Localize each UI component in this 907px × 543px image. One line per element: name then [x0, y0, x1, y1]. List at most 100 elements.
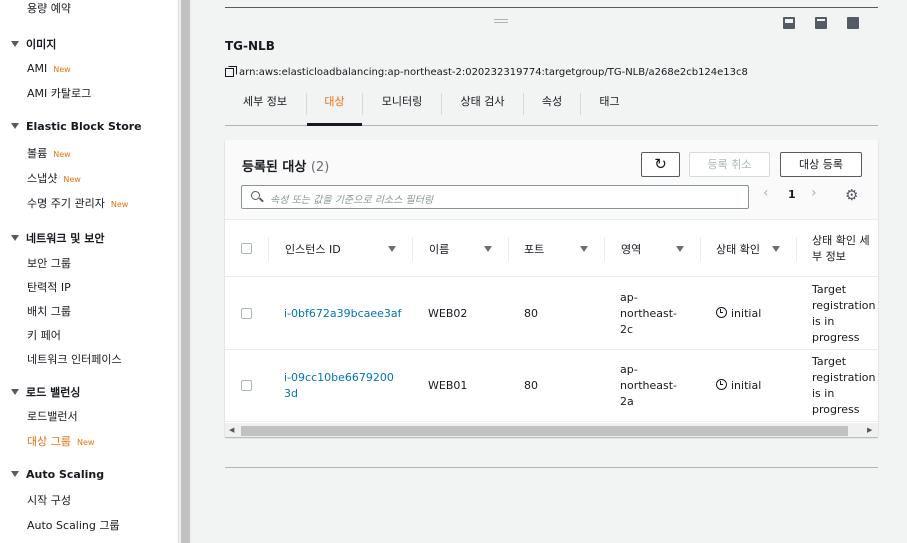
sidebar-item-launch-configurations[interactable]: 시작 구성 [27, 492, 71, 508]
column-divider [268, 237, 269, 261]
select-all-checkbox[interactable] [241, 243, 252, 254]
sidebar-section-auto-scaling[interactable]: Auto Scaling [11, 468, 104, 481]
filter-search-input[interactable]: 속성 또는 값을 기준으로 리소스 필터링 [241, 185, 749, 209]
sidebar-item-volumes[interactable]: 볼륨 New [27, 145, 71, 161]
panel-title-text: 등록된 대상 [242, 160, 307, 175]
deregister-button[interactable]: 등록 취소 [689, 152, 770, 177]
table-horizontal-scrollbar[interactable]: ◀ ▶ [225, 423, 878, 437]
sort-icon[interactable] [580, 246, 588, 252]
arn-text: arn:aws:elasticloadbalancing:ap-northeas… [239, 67, 748, 78]
new-badge: New [53, 150, 71, 159]
tab-attributes[interactable]: 속성 [524, 88, 580, 125]
col-health-status[interactable]: 상태 확인 [716, 221, 760, 277]
prev-page-icon[interactable]: ‹ [763, 185, 769, 201]
sidebar-item-lifecycle-manager[interactable]: 수명 주기 관리자 New [27, 195, 128, 211]
sidebar-section-ebs[interactable]: Elastic Block Store [11, 120, 142, 133]
health-details-cell: Target registration is in progress [812, 355, 876, 416]
col-zone[interactable]: 영역 [621, 221, 641, 277]
sidebar-section-network-security[interactable]: 네트워크 및 보안 [11, 230, 105, 246]
caret-down-icon [11, 471, 19, 477]
col-health-details[interactable]: 상태 확인 세부 정보 [812, 221, 878, 277]
pane-split-icon[interactable] [815, 17, 827, 29]
health-status-text: initial [731, 307, 762, 320]
refresh-button[interactable]: ↻ [641, 152, 680, 177]
sidebar-scrollbar[interactable] [178, 0, 192, 543]
caret-down-icon [11, 389, 19, 395]
sidebar-item-label: 로드밸런서 [27, 410, 78, 423]
scrollbar-thumb[interactable] [181, 0, 190, 543]
row-checkbox[interactable] [241, 308, 252, 319]
scroll-right-icon[interactable]: ▶ [867, 426, 872, 434]
sidebar-item-ami[interactable]: AMI New [27, 62, 71, 75]
split-divider [225, 7, 878, 8]
col-port[interactable]: 포트 [524, 221, 544, 277]
column-divider [508, 237, 509, 261]
sidebar-item-label: 대상 그룹 [27, 435, 71, 448]
port-cell: 80 [524, 379, 538, 392]
column-divider [604, 237, 605, 261]
sort-icon[interactable] [676, 246, 684, 252]
sidebar-item-load-balancers[interactable]: 로드밸런서 [27, 408, 78, 424]
sidebar-item-key-pairs[interactable]: 키 페어 [27, 327, 61, 343]
zone-cell: ap-northeast-2c [620, 291, 678, 336]
copy-icon[interactable] [225, 66, 237, 77]
tab-targets[interactable]: 대상 [307, 88, 362, 126]
register-targets-button[interactable]: 대상 등록 [780, 152, 862, 177]
section-divider [225, 467, 878, 468]
search-placeholder: 속성 또는 값을 기준으로 리소스 필터링 [270, 195, 434, 206]
sidebar-item-elastic-ips[interactable]: 탄력적 IP [27, 279, 71, 295]
scroll-left-icon[interactable]: ◀ [229, 426, 234, 434]
name-cell: WEB02 [428, 307, 468, 320]
sort-icon[interactable] [772, 246, 780, 252]
sidebar-item-network-interfaces[interactable]: 네트워크 인터페이스 [27, 351, 122, 367]
pane-bottom-icon[interactable] [783, 17, 795, 29]
sort-icon[interactable] [388, 246, 396, 252]
table-row[interactable]: i-0bf672a39bcaee3af WEB02 80 ap-northeas… [225, 278, 878, 350]
sidebar-item-label: AMI [27, 62, 48, 75]
row-checkbox[interactable] [241, 380, 252, 391]
section-title: Auto Scaling [26, 468, 105, 481]
health-status-cell: initial [716, 306, 761, 322]
sidebar-item-label: 수명 주기 관리자 [27, 197, 105, 210]
arn-row: arn:aws:elasticloadbalancing:ap-northeas… [225, 66, 748, 78]
drag-handle-icon[interactable] [494, 19, 508, 23]
sidebar-item-label: 키 페어 [27, 329, 61, 342]
col-instance-id[interactable]: 인스턴스 ID [285, 221, 341, 277]
column-divider [700, 237, 701, 261]
scrollbar-thumb[interactable] [241, 426, 848, 436]
panel-title: 등록된 대상 (2) [242, 156, 329, 175]
health-status-cell: initial [716, 378, 761, 394]
sidebar-item-label: 보안 그룹 [27, 257, 71, 270]
new-badge: New [63, 175, 81, 184]
instance-id-link[interactable]: i-09cc10be66792003d [284, 370, 400, 402]
sidebar-item-ami-catalog[interactable]: AMI 카탈로그 [27, 85, 91, 101]
tab-bar: 세부 정보 대상 모니터링 상태 검사 속성 태그 [225, 88, 878, 126]
sidebar-item-auto-scaling-groups[interactable]: Auto Scaling 그룹 [27, 517, 120, 533]
caret-down-icon [11, 123, 19, 129]
page-number[interactable]: 1 [788, 188, 796, 201]
pane-full-icon[interactable] [847, 17, 859, 29]
tab-details[interactable]: 세부 정보 [225, 88, 305, 125]
tab-tags[interactable]: 태그 [581, 88, 638, 125]
next-page-icon[interactable]: › [811, 185, 817, 201]
refresh-icon: ↻ [654, 155, 667, 173]
sidebar-item-capacity-reservations[interactable]: 용량 예약 [27, 0, 71, 16]
tab-health-checks[interactable]: 상태 검사 [442, 88, 523, 125]
table-row[interactable]: i-09cc10be66792003d WEB01 80 ap-northeas… [225, 350, 878, 422]
new-badge: New [53, 65, 71, 74]
sort-icon[interactable] [484, 246, 492, 252]
sidebar-item-placement-groups[interactable]: 배치 그룹 [27, 303, 71, 319]
sidebar-item-snapshots[interactable]: 스냅샷 New [27, 170, 81, 186]
section-title: 이미지 [26, 38, 57, 51]
sidebar-item-target-groups[interactable]: 대상 그룹 New [27, 433, 94, 449]
gear-icon[interactable]: ⚙ [845, 186, 858, 204]
instance-id-link[interactable]: i-0bf672a39bcaee3af [284, 306, 402, 322]
tab-monitoring[interactable]: 모니터링 [363, 88, 441, 125]
registered-targets-panel: 등록된 대상 (2) ↻ 등록 취소 대상 등록 속성 또는 값을 기준으로 리… [225, 140, 878, 437]
sidebar-item-security-groups[interactable]: 보안 그룹 [27, 255, 71, 271]
sidebar-item-label: 스냅샷 [27, 172, 58, 185]
sidebar-section-images[interactable]: 이미지 [11, 36, 56, 52]
clock-icon [716, 307, 727, 318]
col-name[interactable]: 이름 [429, 221, 449, 277]
sidebar-section-load-balancing[interactable]: 로드 밸런싱 [11, 384, 80, 400]
